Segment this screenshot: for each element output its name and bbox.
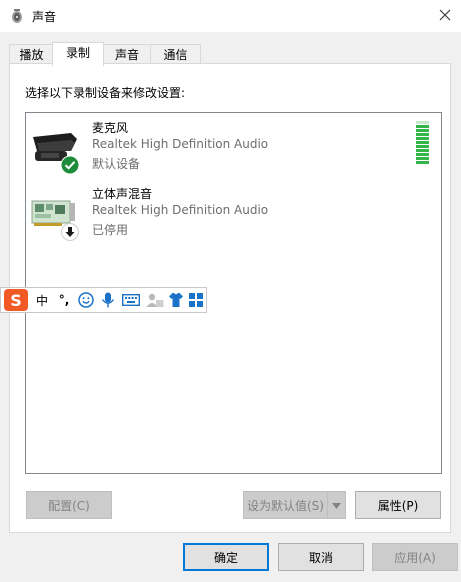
tab-label: 录制 [65, 46, 90, 60]
meter-bar [416, 141, 429, 144]
device-name: 立体声混音 [92, 187, 153, 201]
ime-toolbar[interactable]: S 中 °, [0, 287, 207, 313]
cancel-button[interactable]: 取消 [278, 543, 364, 571]
device-item-microphone[interactable]: 麦克风 Realtek High Definition Audio 默认设备 [26, 119, 426, 179]
user-card-icon[interactable] [145, 292, 165, 308]
meter-bar [416, 161, 429, 164]
chinese-mode-toggle[interactable]: 中 [34, 292, 50, 308]
set-default-dropdown[interactable] [327, 491, 346, 519]
meter-bar [416, 157, 429, 160]
tab-communications[interactable]: 通信 [150, 44, 201, 65]
meter-bar [416, 137, 429, 140]
emoji-icon[interactable] [77, 292, 95, 308]
properties-button[interactable]: 属性(P) [355, 491, 441, 519]
speaker-icon [9, 8, 25, 24]
voice-icon[interactable] [99, 292, 117, 308]
punctuation-toggle[interactable]: °, [55, 292, 73, 308]
title-bar: 声音 [0, 0, 461, 32]
ok-button[interactable]: 确定 [183, 543, 269, 571]
meter-bar [416, 149, 429, 152]
tab-label: 播放 [19, 48, 44, 62]
tab-label: 声音 [114, 48, 139, 62]
device-item-stereo-mix[interactable]: 立体声混音 Realtek High Definition Audio 已停用 [26, 185, 426, 245]
apply-button[interactable]: 应用(A) [372, 543, 458, 571]
svg-text:S: S [10, 291, 22, 310]
disabled-arrow-icon [61, 223, 79, 241]
panel-instruction: 选择以下录制设备来修改设置: [25, 86, 186, 100]
device-driver: Realtek High Definition Audio [92, 137, 269, 151]
skin-icon[interactable] [167, 292, 185, 308]
level-meter [416, 121, 429, 165]
device-status: 默认设备 [92, 157, 141, 171]
close-icon [439, 9, 451, 24]
tab-recording[interactable]: 录制 [52, 42, 104, 66]
meter-bar [416, 121, 429, 124]
device-status: 已停用 [92, 223, 129, 237]
default-check-icon [60, 155, 80, 175]
window-title: 声音 [32, 10, 57, 24]
set-default-button[interactable]: 设为默认值(S) [243, 491, 327, 519]
device-driver: Realtek High Definition Audio [92, 203, 269, 217]
close-button[interactable] [429, 0, 461, 32]
sogou-logo-icon[interactable]: S [3, 289, 29, 311]
toolbox-icon[interactable] [187, 292, 205, 308]
configure-button[interactable]: 配置(C) [26, 491, 112, 519]
meter-bar [416, 153, 429, 156]
meter-bar [416, 145, 429, 148]
meter-bar [416, 133, 429, 136]
tab-sounds[interactable]: 声音 [103, 44, 151, 65]
chevron-down-icon [332, 498, 341, 512]
meter-bar [416, 125, 429, 128]
device-name: 麦克风 [92, 121, 129, 135]
keyboard-icon[interactable] [121, 292, 141, 308]
tab-playback[interactable]: 播放 [9, 44, 54, 65]
meter-bar [416, 129, 429, 132]
tab-label: 通信 [163, 48, 188, 62]
